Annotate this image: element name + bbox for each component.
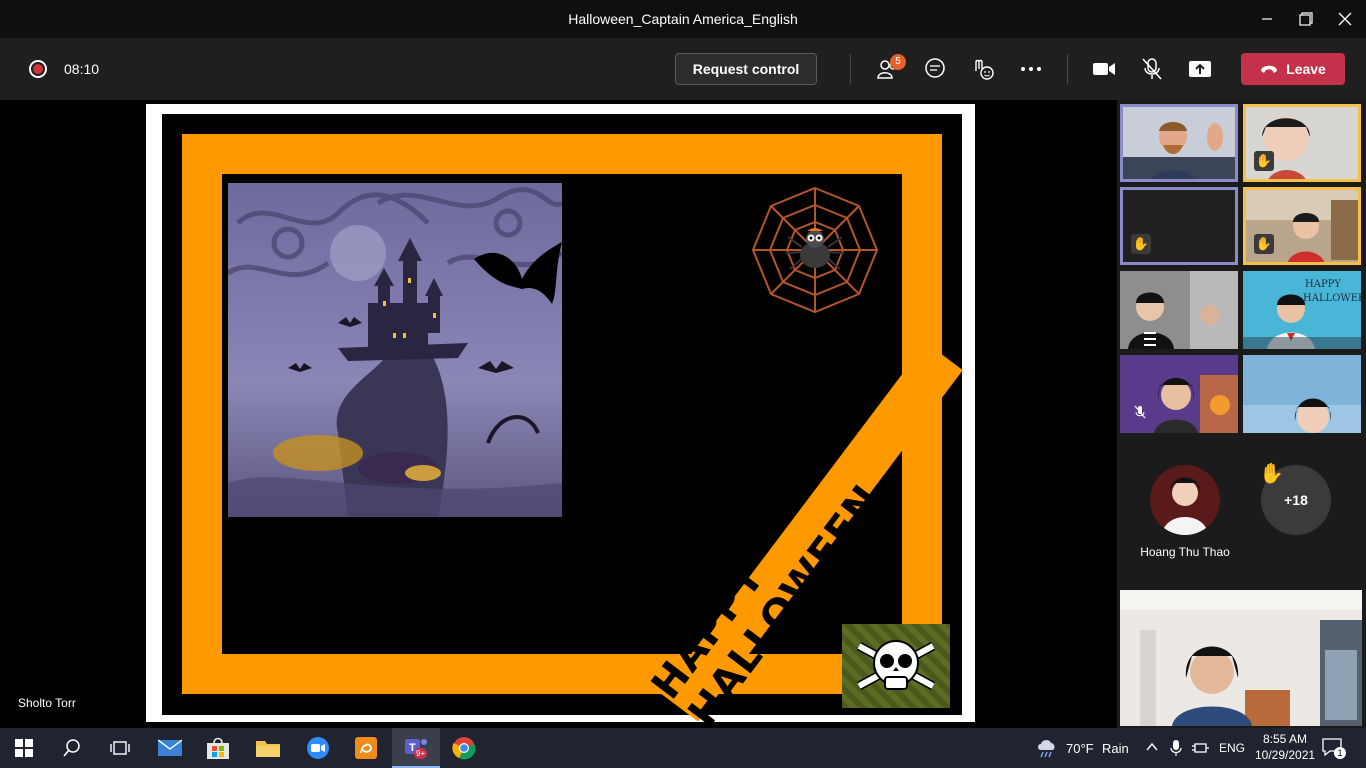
leave-button[interactable]: Leave: [1241, 53, 1345, 85]
hang-up-icon: [1261, 65, 1278, 73]
participant-video-tile[interactable]: [1120, 355, 1238, 433]
pdf-icon: [355, 737, 377, 759]
close-button[interactable]: [1322, 0, 1366, 38]
meeting-timer: 08:10: [64, 61, 100, 77]
presenter-name-label: Sholto Torr: [18, 696, 76, 710]
participant-video-tile[interactable]: ✋: [1243, 104, 1361, 182]
toolbar-divider: [850, 54, 851, 84]
microphone-icon[interactable]: [1170, 739, 1182, 757]
raised-hand-icon: ✋: [1254, 151, 1274, 171]
toolbar-divider: [1067, 54, 1068, 84]
windows-taskbar: T 9+ 70°F Rain ENG 8:55 AM 10/29/2021 1: [0, 728, 1366, 768]
skull-crossbones-image: [842, 624, 950, 708]
search-button[interactable]: [48, 728, 96, 768]
title-bar: Halloween_Captain America_English: [0, 0, 1366, 38]
reactions-button[interactable]: [968, 54, 998, 84]
rain-cloud-icon: [1038, 740, 1055, 758]
more-options-button[interactable]: [1016, 54, 1046, 84]
raised-hand-icon: ✋: [1131, 234, 1151, 254]
participant-video-tile[interactable]: [1243, 355, 1361, 433]
start-button[interactable]: [0, 728, 48, 768]
attendee-name: Hoang Thu Thao: [1140, 545, 1230, 559]
zoom-icon: [307, 737, 329, 759]
recording-icon: [29, 60, 47, 78]
skull-icon: [856, 640, 936, 690]
chevron-up-icon[interactable]: [1146, 742, 1158, 752]
zoom-app[interactable]: [294, 728, 342, 768]
task-view-icon: [110, 741, 130, 755]
clock-time: 8:55 AM: [1262, 732, 1308, 746]
mail-icon: [158, 739, 182, 756]
avatar[interactable]: [1150, 465, 1220, 535]
svg-text:HAPPY: HAPPY: [1305, 279, 1341, 290]
participant-video-tile[interactable]: ✋: [1120, 187, 1238, 265]
minimize-icon: [1262, 18, 1272, 20]
pdf-app[interactable]: [342, 728, 390, 768]
task-view-button[interactable]: [96, 728, 144, 768]
participant-video-tile[interactable]: ✋: [1243, 187, 1361, 265]
participants-count-badge: 5: [890, 54, 906, 70]
raised-hand-icon: ✋: [1254, 234, 1274, 254]
windows-logo-icon: [15, 739, 33, 757]
shared-content-stage: HAPPY HALLOWEEN Sholto Torr: [0, 100, 1117, 735]
search-icon: [63, 739, 80, 757]
mail-app[interactable]: [146, 728, 194, 768]
request-control-button[interactable]: Request control: [675, 53, 817, 85]
leave-label: Leave: [1286, 61, 1326, 77]
input-language[interactable]: ENG: [1219, 741, 1245, 755]
share-button[interactable]: [1185, 54, 1215, 84]
store-app[interactable]: [194, 728, 242, 768]
clock-date: 10/29/2021: [1255, 748, 1316, 762]
participant-video-tile[interactable]: [1120, 271, 1238, 349]
clock[interactable]: 8:55 AM 10/29/2021: [1255, 731, 1315, 763]
chrome-icon: [452, 737, 476, 760]
camera-icon: [1093, 63, 1115, 75]
self-video-preview: [1120, 590, 1362, 726]
notification-count: 1: [1334, 747, 1346, 759]
participant-video-tile[interactable]: HAPPY HALLOWEEN: [1243, 271, 1361, 349]
file-explorer-app[interactable]: [244, 728, 292, 768]
power-plug-icon[interactable]: [1192, 741, 1210, 755]
attendee-row: Hoang Thu Thao +18 ✋: [1117, 457, 1366, 575]
teams-app[interactable]: T 9+: [392, 728, 440, 768]
teams-notification-badge: 9+: [414, 748, 428, 759]
spider-web-icon: [751, 186, 879, 314]
weather-description[interactable]: Rain: [1102, 741, 1129, 756]
mic-muted-icon: [1134, 405, 1146, 419]
participants-panel: ✋ ✋ ✋ HAPPY HALLOWE Hoang Thu Thao +18 ✋: [1117, 100, 1366, 728]
restore-icon: [1299, 12, 1313, 26]
slide-background: HAPPY HALLOWEEN: [162, 114, 963, 735]
svg-text:HALLOWEEN: HALLOWEEN: [1303, 293, 1361, 304]
folder-icon: [256, 741, 280, 757]
chrome-app[interactable]: [440, 728, 488, 768]
shared-slide: HAPPY HALLOWEEN: [146, 104, 975, 735]
chat-icon: [925, 58, 945, 78]
mic-off-icon: [1142, 58, 1162, 80]
camera-button[interactable]: [1089, 54, 1119, 84]
store-icon: [207, 737, 229, 759]
chat-button[interactable]: [920, 54, 950, 84]
share-screen-icon: [1189, 61, 1211, 77]
weather-temperature[interactable]: 70°F: [1066, 741, 1094, 756]
meeting-toolbar: 08:10 Request control 5 Leave: [0, 38, 1366, 100]
participant-video-tile[interactable]: [1120, 104, 1238, 182]
action-center-button[interactable]: 1: [1322, 738, 1346, 759]
reactions-icon: [975, 59, 994, 80]
more-icon: [1021, 67, 1041, 71]
mic-button[interactable]: [1137, 54, 1167, 84]
raised-hand-icon: ✋: [1259, 463, 1284, 485]
window-title: Halloween_Captain America_English: [568, 11, 798, 27]
bat-silhouette: [474, 242, 562, 304]
close-icon: [1338, 12, 1352, 26]
